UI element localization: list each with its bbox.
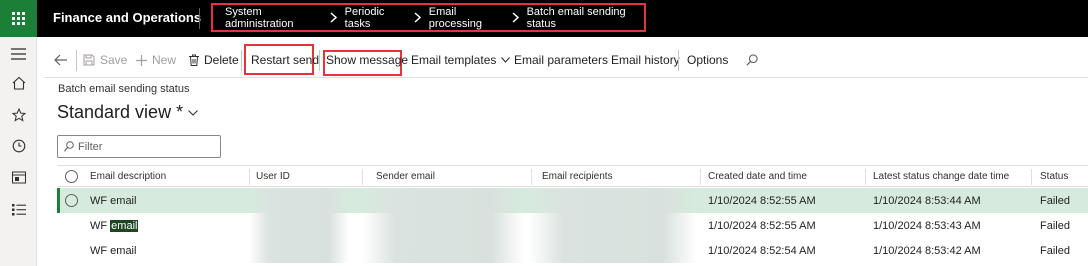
show-message-button[interactable]: Show message — [326, 52, 408, 68]
redacted-user-id — [249, 213, 349, 238]
column-header-email-description[interactable]: Email description — [90, 171, 166, 182]
email-templates-menu[interactable]: Email templates — [411, 52, 511, 68]
column-header-sender-email[interactable]: Sender email — [376, 171, 435, 182]
workspace-icon[interactable] — [10, 169, 27, 186]
save-label: Save — [100, 53, 128, 67]
cell-email-description: WF email — [90, 195, 137, 207]
row-select-radio[interactable] — [65, 194, 78, 207]
column-header-email-recipients[interactable]: Email recipients — [542, 171, 613, 182]
column-header-status[interactable]: Status — [1040, 171, 1068, 182]
redacted-user-id — [249, 238, 349, 263]
email-history-button[interactable]: Email history — [611, 52, 680, 68]
page-caption: Batch email sending status — [58, 83, 190, 95]
chevron-right-icon — [414, 12, 421, 23]
back-button[interactable] — [54, 52, 68, 68]
home-icon[interactable] — [10, 74, 27, 91]
column-separator[interactable] — [531, 169, 532, 185]
new-label: New — [152, 53, 177, 67]
filter-field[interactable] — [57, 135, 221, 158]
filter-input[interactable] — [78, 140, 208, 153]
column-separator[interactable] — [700, 169, 701, 185]
save-button[interactable]: Save — [83, 52, 127, 68]
cell-latest-status-change: 1/10/2024 8:53:42 AM — [873, 245, 981, 257]
column-header-created-date-time[interactable]: Created date and time — [708, 171, 807, 182]
filter-icon — [64, 141, 74, 152]
chevron-right-icon — [512, 12, 519, 23]
table-row[interactable]: WF email 1/10/2024 8:52:55 AM 1/10/2024 … — [57, 188, 1088, 213]
email-templates-label: Email templates — [411, 53, 497, 67]
hamburger-icon[interactable] — [10, 45, 27, 62]
clock-icon[interactable] — [10, 137, 27, 154]
column-separator[interactable] — [865, 169, 866, 185]
delete-button[interactable]: Delete — [189, 52, 239, 68]
select-all-radio[interactable] — [65, 170, 78, 183]
cell-email-description: WF email — [90, 220, 139, 232]
divider — [199, 8, 200, 29]
column-separator[interactable] — [1031, 169, 1032, 185]
redacted-sender-email — [362, 213, 524, 238]
star-icon[interactable] — [10, 106, 27, 123]
delete-label: Delete — [204, 53, 239, 67]
table-row[interactable]: WF email 1/10/2024 8:52:55 AM 1/10/2024 … — [57, 213, 1088, 238]
redacted-email-recipients — [529, 238, 697, 263]
separator — [319, 50, 320, 71]
app-launcher-button[interactable] — [0, 0, 37, 37]
trash-icon — [189, 54, 199, 66]
column-header-latest-status-change[interactable]: Latest status change date time — [873, 171, 1009, 182]
chevron-down-icon — [501, 57, 511, 63]
chevron-right-icon — [330, 12, 337, 23]
search-icon — [746, 54, 758, 66]
action-pane: Save New Delete Restart send Show messag… — [44, 42, 1088, 78]
separator — [678, 50, 679, 71]
cell-email-description: WF email — [90, 245, 137, 257]
redacted-email-recipients — [529, 188, 697, 213]
cell-created-date-time: 1/10/2024 8:52:54 AM — [708, 245, 816, 257]
redacted-user-id — [249, 188, 349, 213]
cell-created-date-time: 1/10/2024 8:52:55 AM — [708, 220, 816, 232]
breadcrumb-item-batch-email-sending-status[interactable]: Batch email sending status — [527, 6, 644, 30]
redacted-sender-email — [362, 238, 524, 263]
breadcrumb-item-periodic-tasks[interactable]: Periodic tasks — [345, 6, 406, 30]
search-button[interactable] — [746, 52, 758, 68]
redacted-email-recipients — [529, 213, 697, 238]
breadcrumb: System administration Periodic tasks Ema… — [211, 3, 646, 32]
plus-icon — [136, 54, 147, 66]
left-navigation — [0, 37, 37, 266]
cell-status: Failed — [1040, 220, 1070, 232]
view-name: Standard view — [57, 102, 172, 122]
chevron-down-icon — [188, 109, 198, 116]
options-menu[interactable]: Options — [687, 52, 728, 68]
new-button[interactable]: New — [136, 52, 176, 68]
list-icon[interactable] — [10, 201, 27, 218]
column-header-user-id[interactable]: User ID — [256, 171, 290, 182]
search-highlight: email — [110, 220, 139, 232]
back-arrow-icon — [54, 54, 68, 66]
description-text: WF — [90, 220, 111, 232]
save-icon — [83, 54, 95, 66]
column-separator[interactable] — [362, 169, 363, 185]
redacted-sender-email — [362, 188, 524, 213]
cell-created-date-time: 1/10/2024 8:52:55 AM — [708, 195, 816, 207]
cell-latest-status-change: 1/10/2024 8:53:43 AM — [873, 220, 981, 232]
top-bar: Finance and Operations System administra… — [0, 0, 1088, 37]
cell-status: Failed — [1040, 245, 1070, 257]
table-row[interactable]: WF email 1/10/2024 8:52:54 AM 1/10/2024 … — [57, 238, 1088, 263]
separator — [76, 50, 77, 71]
main-content: Save New Delete Restart send Show messag… — [44, 42, 1088, 266]
email-parameters-button[interactable]: Email parameters — [514, 52, 608, 68]
view-selector[interactable]: Standard view * — [57, 102, 198, 123]
cell-latest-status-change: 1/10/2024 8:53:44 AM — [873, 195, 981, 207]
app-title[interactable]: Finance and Operations — [53, 10, 201, 25]
view-modified-indicator: * — [176, 102, 184, 122]
separator — [241, 50, 242, 71]
cell-status: Failed — [1040, 195, 1070, 207]
grid-header: Email description User ID Sender email E… — [57, 165, 1088, 187]
waffle-icon — [12, 12, 25, 25]
breadcrumb-item-system-administration[interactable]: System administration — [225, 6, 322, 30]
breadcrumb-item-email-processing[interactable]: Email processing — [429, 6, 504, 30]
column-separator[interactable] — [249, 169, 250, 185]
restart-send-button[interactable]: Restart send — [251, 52, 319, 68]
